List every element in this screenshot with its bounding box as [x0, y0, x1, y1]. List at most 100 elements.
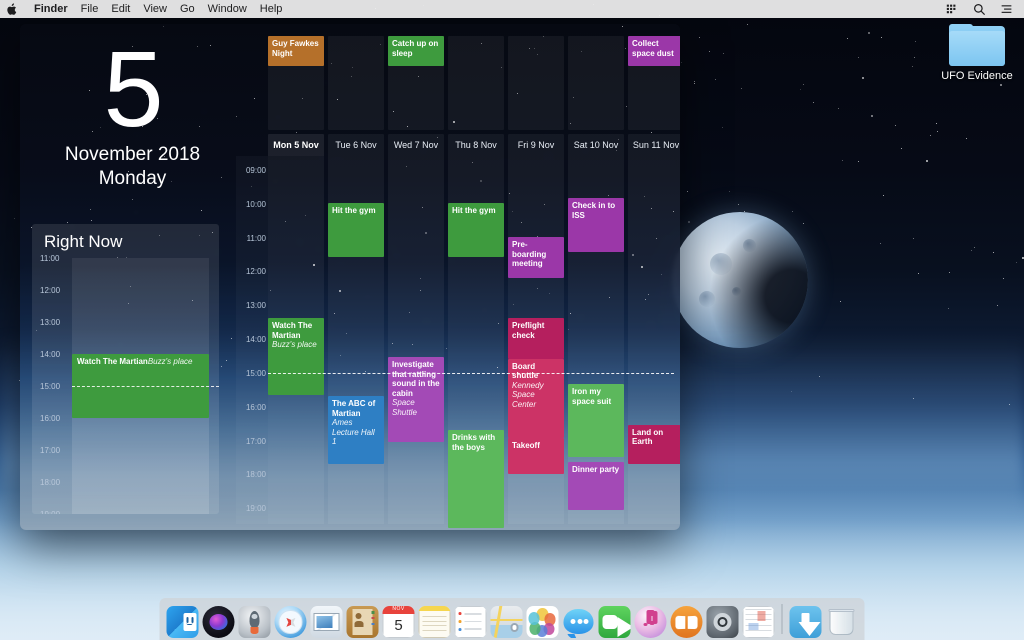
week-hour-label: 17:00 [238, 437, 266, 446]
day-header-5[interactable]: Sat 10 Nov [568, 134, 624, 156]
all-day-event[interactable]: Catch up on sleep [388, 36, 444, 66]
dock[interactable]: 5NOV [160, 598, 865, 640]
calendar-event[interactable]: Hit the gym [448, 203, 504, 257]
calendar-event[interactable]: Takeoff [508, 438, 564, 474]
menu-item-view[interactable]: View [143, 0, 167, 18]
siri-list-icon[interactable] [1000, 3, 1013, 16]
calendar-event[interactable]: Preflight check [508, 318, 564, 359]
right-now-hour-label: 12:00 [40, 286, 60, 295]
right-now-current-time-line [72, 386, 219, 387]
calendar-window[interactable]: 5 November 2018 Monday Right Now Watch T… [20, 24, 680, 530]
dock-item-photos[interactable] [527, 606, 559, 638]
event-location: Ames Lecture Hall 1 [332, 418, 380, 447]
dock-item-safari[interactable] [275, 606, 307, 638]
day-header-4[interactable]: Fri 9 Nov [508, 134, 564, 156]
menu-bar-items: Finder File Edit View Go Window Help [7, 0, 282, 18]
event-title: Drinks with the boys [452, 433, 500, 452]
dock-item-itunes[interactable] [635, 606, 667, 638]
dock-item-calendar[interactable]: 5NOV [383, 606, 415, 638]
dock-item-notes[interactable] [419, 606, 451, 638]
menu-item-file[interactable]: File [81, 0, 99, 18]
week-hour-label: 15:00 [238, 369, 266, 378]
right-now-hour-label: 16:00 [40, 414, 60, 423]
month-year-label: November 2018 [34, 144, 231, 166]
right-now-hour-label: 17:00 [40, 446, 60, 455]
event-location: Space Shuttle [392, 398, 440, 417]
day-column-1[interactable]: Hit the gym The ABC of MartianAmes Lectur… [328, 156, 384, 524]
day-header-6[interactable]: Sun 11 Nov [628, 134, 680, 156]
right-now-hour-label: 11:00 [40, 254, 59, 263]
day-header-2[interactable]: Wed 7 Nov [388, 134, 444, 156]
search-icon[interactable] [973, 3, 986, 16]
dock-item-messages[interactable] [563, 606, 595, 638]
calendar-event[interactable]: The ABC of MartianAmes Lecture Hall 1 [328, 396, 384, 464]
calendar-event[interactable]: Iron my space suit [568, 384, 624, 457]
control-center-icon[interactable] [946, 3, 959, 16]
all-day-event[interactable]: Collect space dust [628, 36, 680, 66]
dock-item-document[interactable] [743, 606, 775, 638]
dock-item-downloads-folder[interactable] [790, 606, 822, 638]
event-title: Pre-boarding meeting [512, 240, 560, 269]
calendar-event[interactable]: Board shuttleKennedy Space Center [508, 359, 564, 439]
dock-separator [782, 604, 783, 634]
calendar-event[interactable]: Check in to ISS [568, 198, 624, 252]
day-column-6[interactable]: Land on Earth [628, 156, 680, 524]
all-day-events-row[interactable]: Guy Fawkes NightCatch up on sleepCollect… [268, 36, 674, 130]
menu-item-go[interactable]: Go [180, 0, 195, 18]
menu-bar-status-icons [946, 3, 1017, 16]
day-column-0[interactable]: Watch The MartianBuzz's place [268, 156, 324, 524]
all-day-column[interactable] [328, 36, 384, 130]
calendar-event[interactable]: Watch The MartianBuzz's place [268, 318, 324, 394]
calendar-event[interactable]: Dinner party [568, 462, 624, 509]
day-column-3[interactable]: Hit the gym Drinks with the boys [448, 156, 504, 524]
folder-icon [949, 24, 1005, 66]
dock-item-reminders[interactable] [455, 606, 487, 638]
week-grid-body[interactable]: 09:0010:0011:0012:0013:0014:0015:0016:00… [236, 156, 674, 524]
dock-item-finder[interactable] [167, 606, 199, 638]
moon-graphic [672, 212, 808, 348]
menu-item-edit[interactable]: Edit [111, 0, 130, 18]
event-title: Investigate that rattling sound in the c… [392, 360, 440, 398]
dock-item-facetime[interactable] [599, 606, 631, 638]
calendar-event[interactable]: Investigate that rattling sound in the c… [388, 357, 444, 442]
dock-item-mail[interactable] [311, 606, 343, 638]
menu-item-window[interactable]: Window [208, 0, 247, 18]
calendar-event[interactable]: Land on Earth [628, 425, 680, 464]
week-view-pane: Guy Fawkes Night Catch up on sleep Collect… [236, 24, 680, 530]
dock-item-system-preferences[interactable] [707, 606, 739, 638]
event-title: Takeoff [512, 441, 560, 451]
all-day-event[interactable]: Guy Fawkes Night [268, 36, 324, 66]
event-title: Watch The Martian [272, 321, 320, 340]
calendar-event[interactable]: Pre-boarding meeting [508, 237, 564, 278]
right-now-timeline[interactable]: Watch The MartianBuzz's place 11:0012:00… [32, 258, 219, 514]
dock-item-siri[interactable] [203, 606, 235, 638]
desktop-icon-ufo-evidence[interactable]: UFO Evidence [936, 24, 1018, 82]
event-title: Hit the gym [332, 206, 380, 216]
all-day-column[interactable] [448, 36, 504, 130]
right-now-hour-label: 13:00 [40, 318, 60, 327]
right-now-panel: Right Now Watch The MartianBuzz's place … [32, 224, 219, 514]
event-location: Buzz's place [272, 340, 320, 350]
day-column-5[interactable]: Check in to ISS Iron my space suit Dinner … [568, 156, 624, 524]
big-day-number: 5 [34, 38, 231, 140]
all-day-column[interactable] [568, 36, 624, 130]
event-location: Kennedy Space Center [512, 381, 560, 410]
calendar-event[interactable]: Drinks with the boys [448, 430, 504, 528]
day-header-3[interactable]: Thu 8 Nov [448, 134, 504, 156]
menu-item-finder[interactable]: Finder [34, 0, 68, 18]
day-header-1[interactable]: Tue 6 Nov [328, 134, 384, 156]
week-hour-label: 10:00 [238, 200, 266, 209]
apple-logo-icon[interactable] [7, 3, 18, 16]
menu-item-help[interactable]: Help [260, 0, 283, 18]
day-column-4[interactable]: Pre-boarding meeting Preflight checkBoard… [508, 156, 564, 524]
right-now-hour-label: 14:00 [40, 350, 60, 359]
dock-item-trash[interactable] [826, 606, 858, 638]
dock-item-maps[interactable] [491, 606, 523, 638]
dock-item-launchpad[interactable] [239, 606, 271, 638]
all-day-column[interactable] [508, 36, 564, 130]
day-header-0[interactable]: Mon 5 Nov [268, 134, 324, 156]
dock-item-ibooks[interactable] [671, 606, 703, 638]
calendar-event[interactable]: Hit the gym [328, 203, 384, 257]
dock-item-contacts[interactable] [347, 606, 379, 638]
day-column-2[interactable]: Investigate that rattling sound in the c… [388, 156, 444, 524]
